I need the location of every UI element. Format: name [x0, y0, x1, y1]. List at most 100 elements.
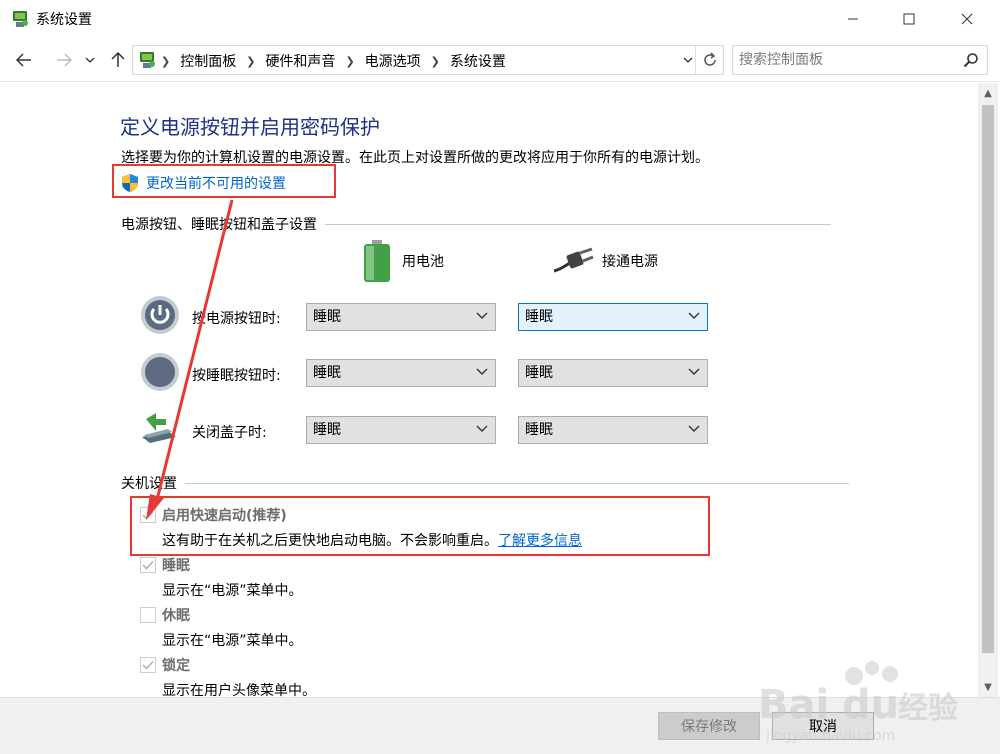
breadcrumb: ❯ 控制面板 ❯ 硬件和声音 ❯ 电源选项 ❯ 系统设置: [161, 51, 506, 71]
change-link-label: 更改当前不可用的设置: [146, 176, 286, 192]
address-bar[interactable]: ❯ 控制面板 ❯ 硬件和声音 ❯ 电源选项 ❯ 系统设置: [132, 45, 724, 75]
power-button-row-label: 按电源按钮时:: [192, 311, 281, 327]
search-input[interactable]: [739, 50, 949, 70]
settings-content: 定义电源按钮并启用密码保护 选择要为你的计算机设置的电源设置。在此页上对设置所做…: [0, 83, 978, 697]
plugged-in-column-header: 接通电源: [552, 247, 658, 275]
scrollbar-thumb[interactable]: [982, 105, 994, 653]
lid-row-label: 关闭盖子时:: [192, 425, 267, 441]
battery-column-label: 用电池: [402, 254, 444, 270]
check-icon: [142, 510, 154, 520]
control-panel-icon: [13, 11, 28, 27]
lock-description: 显示在用户头像菜单中。: [162, 683, 316, 697]
fast-startup-description: 这有助于在关机之后更快地启动电脑。不会影响重启。了解更多信息: [162, 530, 582, 550]
search-box: [732, 45, 988, 75]
power-button-plugged-select[interactable]: 睡眠: [518, 303, 708, 331]
title-bar: 系统设置: [0, 0, 1000, 38]
chevron-down-icon: [687, 306, 701, 326]
search-icon[interactable]: [963, 52, 979, 68]
breadcrumb-item[interactable]: 硬件和声音: [265, 51, 335, 71]
sleep-button-battery-select[interactable]: 睡眠: [306, 359, 496, 387]
plugged-in-column-label: 接通电源: [602, 254, 658, 270]
select-value: 睡眠: [313, 309, 341, 325]
uac-shield-icon: [122, 174, 138, 192]
chevron-down-icon: [475, 306, 489, 326]
power-buttons-group-title: 电源按钮、睡眠按钮和盖子设置: [121, 214, 831, 234]
chevron-down-icon: [475, 419, 489, 439]
select-value: 睡眠: [313, 422, 341, 438]
fast-startup-label: 启用快速启动(推荐): [162, 508, 287, 524]
chevron-right-icon: ❯: [161, 54, 171, 68]
sleep-checkbox[interactable]: [140, 557, 156, 573]
divider: [325, 223, 831, 225]
power-button-icon: [141, 296, 179, 334]
check-icon: [142, 560, 154, 570]
up-button[interactable]: [106, 48, 130, 72]
chevron-down-icon: [687, 362, 701, 382]
address-history-button[interactable]: [683, 52, 693, 66]
fast-startup-checkbox[interactable]: [140, 507, 156, 523]
vertical-scrollbar[interactable]: ▲ ▼: [978, 83, 998, 697]
save-changes-button[interactable]: 保存修改: [658, 712, 760, 740]
page-description: 选择要为你的计算机设置的电源设置。在此页上对设置所做的更改将应用于你所有的电源计…: [121, 150, 709, 166]
sleep-label: 睡眠: [162, 558, 190, 574]
divider: [185, 482, 849, 484]
select-value: 睡眠: [525, 422, 553, 438]
forward-button[interactable]: [52, 48, 76, 72]
laptop-lid-icon: [142, 413, 176, 443]
hibernate-label: 休眠: [162, 608, 190, 624]
chevron-right-icon[interactable]: ❯: [431, 55, 440, 68]
select-value: 睡眠: [313, 365, 341, 381]
footer-bar: 保存修改 取消: [0, 697, 1000, 754]
hibernate-description: 显示在“电源”菜单中。: [162, 633, 303, 649]
lid-battery-select[interactable]: 睡眠: [306, 416, 496, 444]
maximize-icon: [903, 13, 915, 25]
select-value: 睡眠: [525, 309, 553, 325]
close-button[interactable]: [940, 0, 994, 38]
back-button[interactable]: [12, 48, 36, 72]
hibernate-checkbox[interactable]: [140, 607, 156, 623]
battery-icon: [364, 240, 390, 282]
chevron-down-icon: [475, 362, 489, 382]
check-icon: [142, 660, 154, 670]
close-icon: [961, 13, 973, 25]
maximize-button[interactable]: [882, 0, 936, 38]
window-title: 系统设置: [36, 12, 92, 28]
minimize-button[interactable]: [826, 0, 880, 38]
lid-plugged-select[interactable]: 睡眠: [518, 416, 708, 444]
refresh-icon: [703, 52, 716, 66]
change-unavailable-settings-link[interactable]: 更改当前不可用的设置: [120, 173, 286, 193]
arrow-up-icon: [111, 52, 125, 67]
sleep-description: 显示在“电源”菜单中。: [162, 583, 303, 599]
chevron-down-icon: [687, 419, 701, 439]
arrow-right-icon: [57, 53, 72, 67]
lock-checkbox[interactable]: [140, 657, 156, 673]
scroll-up-icon[interactable]: ▲: [978, 83, 998, 103]
lock-label: 锁定: [162, 658, 190, 674]
recent-locations-button[interactable]: [82, 48, 98, 72]
sleep-button-icon: [141, 353, 179, 391]
learn-more-link[interactable]: 了解更多信息: [498, 533, 582, 549]
chevron-right-icon[interactable]: ❯: [345, 55, 354, 68]
description-text: 这有助于在关机之后更快地启动电脑。不会影响重启。: [162, 533, 498, 549]
navigation-bar: ❯ 控制面板 ❯ 硬件和声音 ❯ 电源选项 ❯ 系统设置: [0, 38, 1000, 82]
group-title-label: 电源按钮、睡眠按钮和盖子设置: [121, 217, 317, 233]
chevron-down-icon: [85, 57, 95, 63]
select-value: 睡眠: [525, 365, 553, 381]
arrow-left-icon: [16, 53, 31, 67]
breadcrumb-item[interactable]: 系统设置: [450, 51, 506, 71]
power-button-battery-select[interactable]: 睡眠: [306, 303, 496, 331]
group-title-label: 关机设置: [121, 476, 177, 492]
breadcrumb-item[interactable]: 控制面板: [180, 51, 236, 71]
page-title: 定义电源按钮并启用密码保护: [120, 115, 380, 139]
control-panel-icon: [140, 52, 155, 68]
refresh-button[interactable]: [695, 46, 723, 74]
power-plug-icon: [553, 247, 594, 273]
shutdown-group-title: 关机设置: [121, 473, 849, 493]
battery-column-header: 用电池: [360, 239, 444, 283]
minimize-icon: [848, 18, 858, 20]
sleep-button-plugged-select[interactable]: 睡眠: [518, 359, 708, 387]
chevron-right-icon[interactable]: ❯: [246, 55, 255, 68]
cancel-button[interactable]: 取消: [772, 712, 874, 740]
scroll-down-icon[interactable]: ▼: [978, 677, 998, 697]
breadcrumb-item[interactable]: 电源选项: [365, 51, 421, 71]
